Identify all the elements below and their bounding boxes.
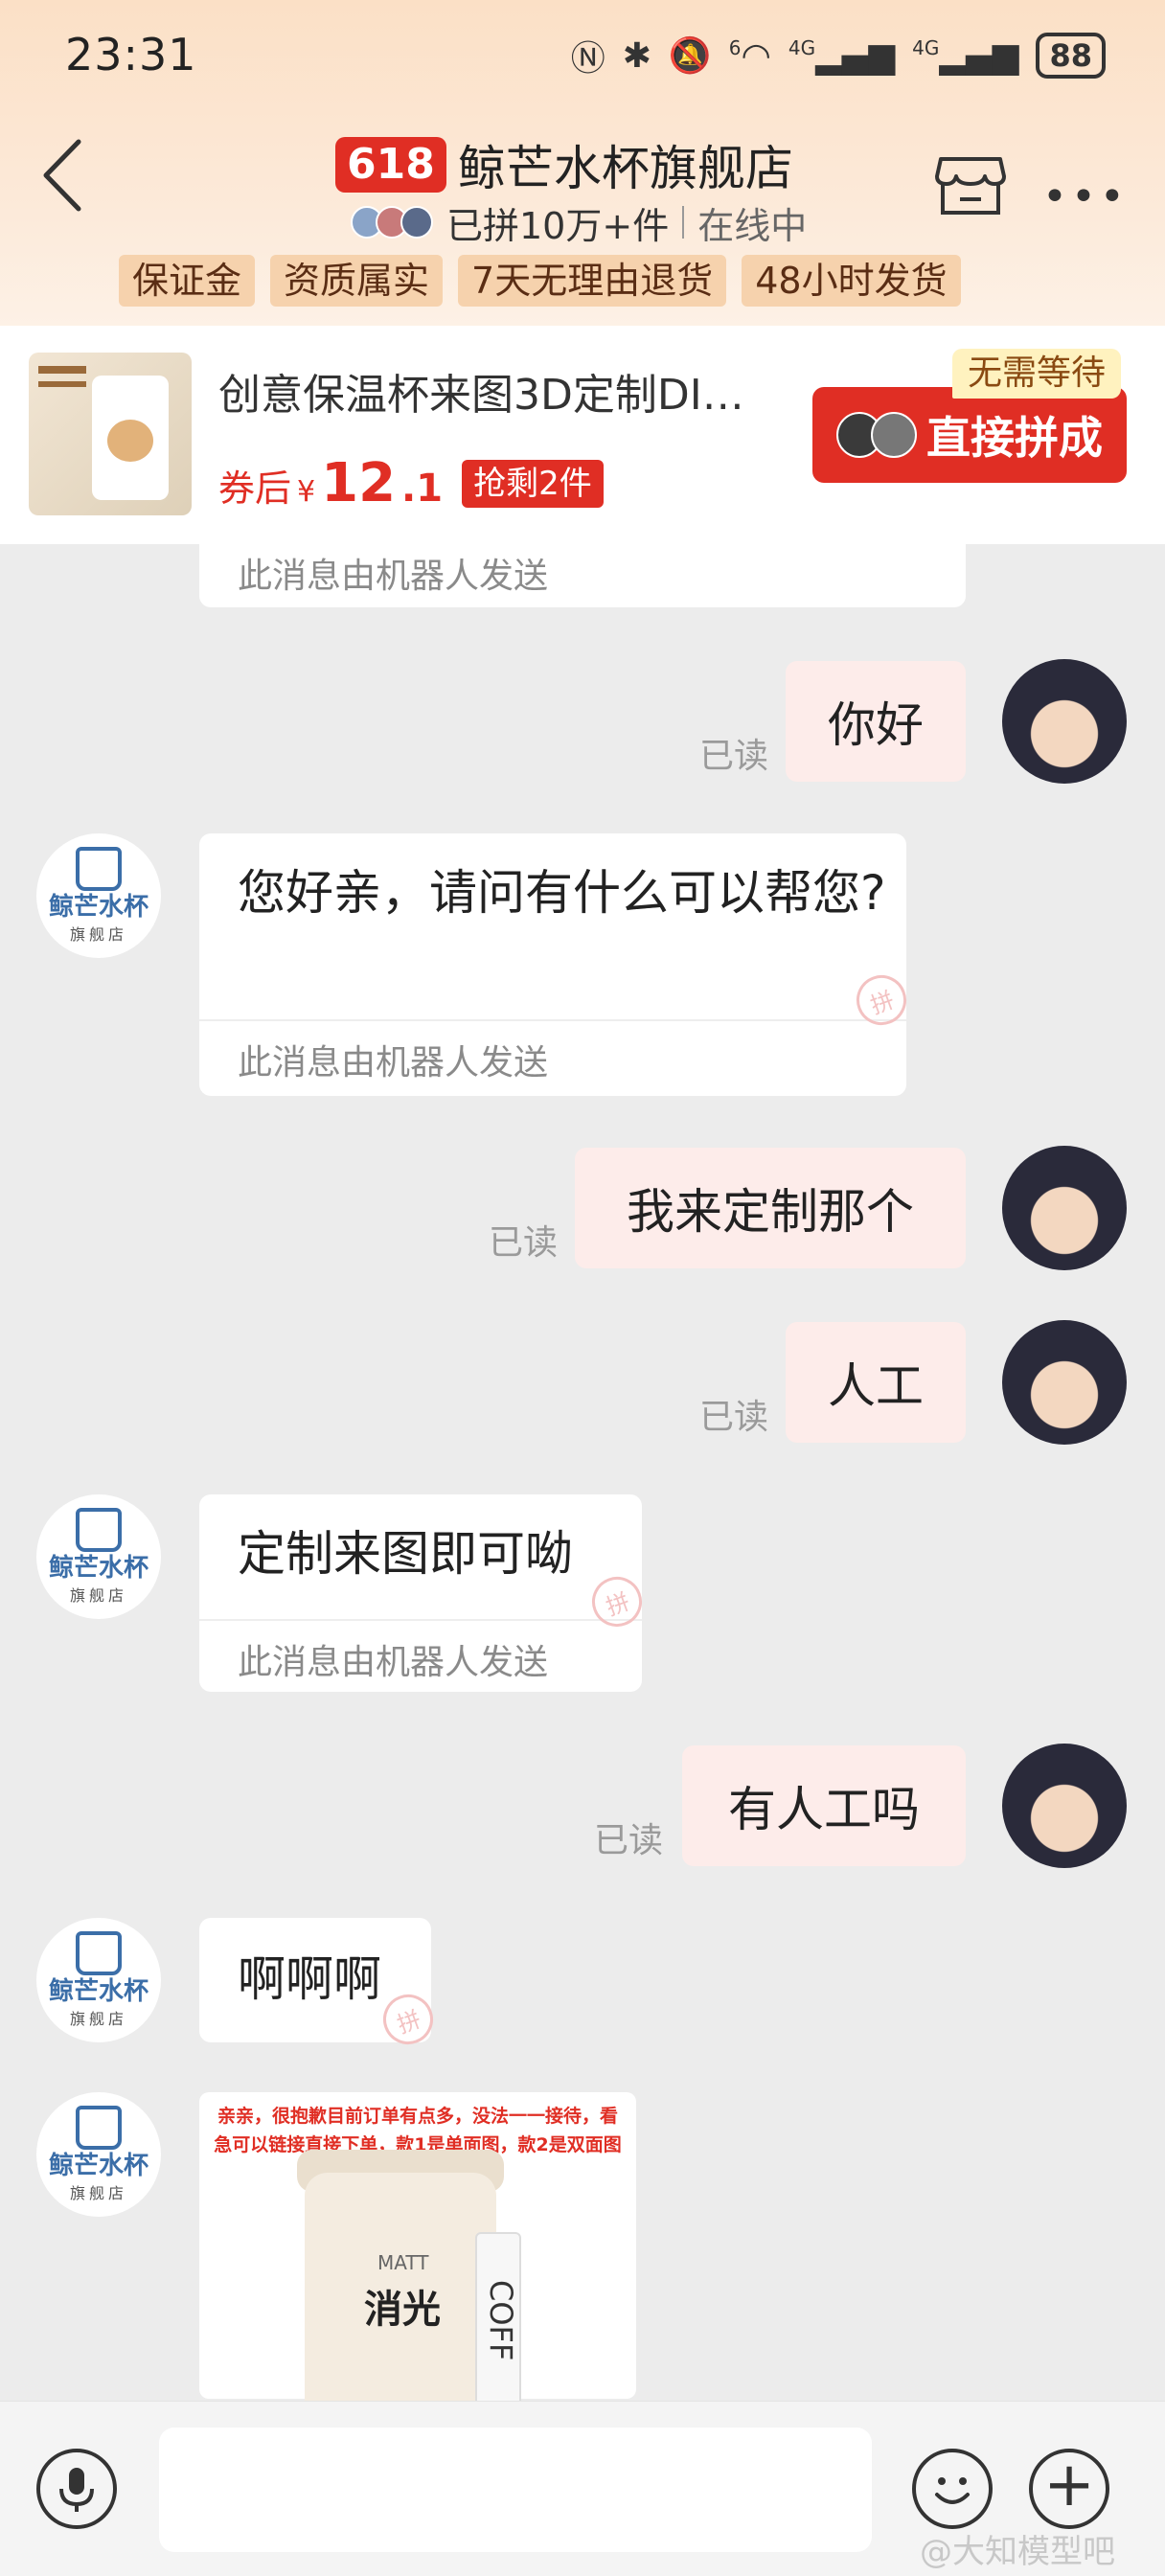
store-avatar[interactable]: 鲸芒水杯 旗舰店 (36, 833, 161, 958)
status-icons: Ⓝ ✱ 🔕 6◠ 4G▂▄▆ 4G▂▄▆ 88 (571, 31, 1106, 80)
shop-icon (935, 157, 1006, 215)
store-logo-text: 鲸芒水杯 (48, 1554, 148, 1583)
chevron-left-icon (43, 139, 81, 212)
price-prefix: 券后 (218, 467, 292, 510)
read-receipt: 已读 (594, 1821, 664, 1860)
robot-note: 此消息由机器人发送 (238, 1043, 549, 1083)
store-logo-text: 鲸芒水杯 (48, 1977, 148, 2006)
message-text: 有人工吗 (728, 1782, 920, 1837)
message-text: 您好亲，请问有什么可以帮您? (238, 865, 886, 921)
mute-icon: 🔕 (668, 36, 712, 76)
store-avatar[interactable]: 鲸芒水杯 旗舰店 (36, 1918, 161, 2042)
my-avatar[interactable] (1002, 1744, 1127, 1868)
plus-icon: + (1043, 2450, 1095, 2520)
sold-count: 已拼10万+件 (446, 204, 670, 247)
price-decimal: .1 (401, 467, 444, 511)
tag: 7天无理由退货 (458, 255, 727, 307)
read-receipt: 已读 (489, 1223, 559, 1263)
tag: 48小时发货 (742, 255, 961, 307)
store-logo-sub: 旗舰店 (69, 2010, 127, 2028)
promo-badge: 618 (335, 137, 446, 193)
store-logo-text: 鲸芒水杯 (48, 893, 148, 922)
store-name: 鲸芒水杯旗舰店 (457, 141, 793, 196)
emoji-button[interactable] (912, 2449, 993, 2529)
product-price: 券后 ¥ 12 .1 抢剩2件 (218, 452, 604, 514)
signal-4g-icon: 4G▂▄▆ (788, 35, 896, 76)
store-logo-sub: 旗舰店 (69, 2184, 127, 2202)
my-avatar[interactable] (1002, 1146, 1127, 1270)
add-button[interactable]: + (1029, 2449, 1109, 2529)
store-logo-text: 鲸芒水杯 (48, 2152, 148, 2180)
my-message[interactable]: 有人工吗 (682, 1745, 966, 1866)
microphone-icon (59, 2468, 94, 2512)
robot-note: 此消息由机器人发送 (238, 557, 549, 596)
signal-label: 4G (912, 35, 940, 59)
buyer-avatars (836, 412, 917, 458)
price-integer: 12 (321, 452, 397, 514)
cup-title: 消光 (364, 2288, 441, 2332)
battery-indicator: 88 (1036, 33, 1106, 79)
store-button[interactable] (935, 151, 1006, 218)
voice-button[interactable] (36, 2449, 117, 2529)
tag: 资质属实 (270, 255, 444, 307)
my-message[interactable]: 你好 (786, 661, 966, 782)
nfc-icon: Ⓝ (570, 39, 605, 79)
store-subtitle: 已拼10万+件 在线中 (351, 197, 807, 247)
my-message[interactable]: 我来定制那个 (575, 1148, 966, 1268)
message-divider (199, 1019, 906, 1021)
message-divider (199, 1619, 642, 1621)
signal-label: 4G (788, 35, 816, 59)
read-receipt: 已读 (699, 737, 769, 776)
back-button[interactable] (36, 132, 94, 218)
my-message[interactable]: 人工 (786, 1322, 966, 1443)
read-receipt: 已读 (699, 1398, 769, 1437)
store-logo-sub: 旗舰店 (69, 1586, 127, 1605)
product-thumbnail[interactable] (29, 353, 192, 515)
my-avatar[interactable] (1002, 1320, 1127, 1445)
store-title[interactable]: 618 鲸芒水杯旗舰店 (335, 134, 793, 196)
bluetooth-icon: ✱ (622, 35, 651, 76)
smiley-icon (935, 2477, 970, 2504)
divider (682, 206, 685, 239)
cup-icon (76, 1508, 122, 1552)
store-avatar[interactable]: 鲸芒水杯 旗舰店 (36, 2092, 161, 2217)
cup-icon (76, 1931, 122, 1975)
message-text: 啊啊啊 (238, 1951, 381, 2007)
currency-symbol: ¥ (297, 475, 316, 509)
message-text: 人工 (828, 1358, 924, 1414)
direct-group-buy-button[interactable]: 直接拼成 (812, 387, 1127, 483)
wifi-label: 6 (728, 35, 742, 59)
store-tags: 保证金 资质属实 7天无理由退货 48小时发货 (119, 255, 961, 307)
product-title[interactable]: 创意保温杯来图3D定制DI… (218, 360, 744, 422)
signal-4g-icon: 4G▂▄▆ (912, 35, 1019, 76)
more-options-icon[interactable]: ••• (1042, 172, 1129, 221)
tag: 保证金 (119, 255, 256, 307)
stock-badge: 抢剩2件 (462, 459, 604, 508)
cup-brand: MATT (377, 2251, 429, 2274)
cup-icon (76, 847, 122, 891)
online-status: 在线中 (697, 204, 808, 247)
watermark: @大知模型吧 (920, 2533, 1115, 2571)
cup-side-tag: COFF (475, 2232, 521, 2408)
buyer-avatars (351, 206, 433, 239)
message-text: 你好 (828, 697, 924, 753)
robot-note: 此消息由机器人发送 (238, 1643, 549, 1682)
cup-icon (76, 2106, 122, 2150)
wifi-icon: 6◠ (728, 35, 771, 76)
store-avatar[interactable]: 鲸芒水杯 旗舰店 (36, 1494, 161, 1619)
store-logo-sub: 旗舰店 (69, 925, 127, 944)
buy-label: 直接拼成 (926, 412, 1103, 464)
message-text: 定制来图即可呦 (238, 1526, 573, 1582)
my-avatar[interactable] (1002, 659, 1127, 784)
no-wait-badge: 无需等待 (952, 349, 1122, 399)
status-time: 23:31 (65, 29, 197, 80)
message-input[interactable] (159, 2428, 872, 2552)
message-text: 我来定制那个 (627, 1184, 914, 1240)
